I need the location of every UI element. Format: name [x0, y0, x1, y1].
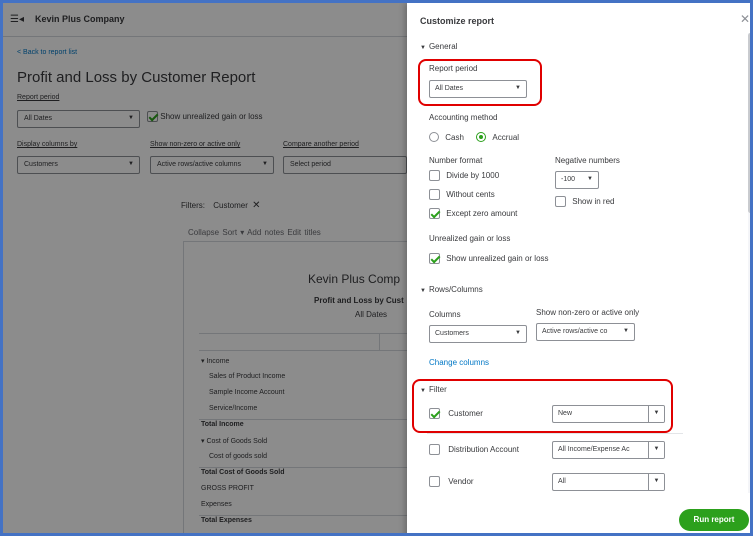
caret-down-icon: ▼: [623, 328, 629, 334]
caret-down-icon: ▼: [420, 388, 426, 394]
caret-down-icon: ▼: [420, 45, 426, 51]
vendor-filter-select[interactable]: All ▼: [552, 473, 665, 491]
show-unrealized-row[interactable]: Show unrealized gain or loss: [429, 253, 549, 264]
checkbox-checked-icon[interactable]: [429, 253, 440, 264]
customer-filter-select[interactable]: New ▼: [552, 405, 665, 423]
section-rows-columns[interactable]: ▼ Rows/Columns: [420, 285, 483, 294]
caret-down-icon: ▼: [420, 288, 426, 294]
caret-down-icon: ▼: [515, 330, 521, 336]
checkbox-checked-icon[interactable]: [429, 408, 440, 419]
panel-title: Customize report: [420, 16, 495, 26]
columns-select[interactable]: Customers ▼: [429, 325, 527, 343]
negative-numbers-select[interactable]: -100 ▼: [555, 171, 599, 189]
caret-down-icon[interactable]: ▼: [648, 474, 664, 490]
checkbox-unchecked-icon[interactable]: [429, 444, 440, 455]
vendor-filter-row[interactable]: Vendor: [429, 476, 474, 487]
change-columns-link[interactable]: Change columns: [429, 358, 489, 367]
distribution-account-row[interactable]: Distribution Account: [429, 444, 519, 455]
negative-numbers-label: Negative numbers: [555, 156, 620, 165]
modal-overlay[interactable]: [3, 3, 407, 533]
screenshot-frame: ☰◂ Kevin Plus Company < Back to report l…: [0, 0, 753, 536]
report-period-value: All Dates: [435, 85, 464, 92]
distribution-account-select[interactable]: All Income/Expense Ac ▼: [552, 441, 665, 459]
close-icon[interactable]: ✕: [740, 12, 750, 26]
cash-radio-row[interactable]: Cash Accrual: [429, 132, 519, 142]
without-cents-row[interactable]: Without cents: [429, 189, 495, 200]
show-in-red-row[interactable]: Show in red: [555, 196, 614, 207]
run-report-button[interactable]: Run report: [679, 509, 749, 531]
caret-down-icon: ▼: [587, 176, 593, 182]
accounting-method-label: Accounting method: [429, 113, 498, 122]
section-general[interactable]: ▼ General: [420, 42, 457, 51]
unrealized-label: Unrealized gain or loss: [429, 234, 511, 243]
customer-filter-row[interactable]: Customer: [429, 408, 483, 419]
accrual-radio[interactable]: [476, 132, 487, 142]
section-filter[interactable]: ▼ Filter: [420, 385, 447, 394]
columns-label: Columns: [429, 310, 461, 319]
report-period-select[interactable]: All Dates ▼: [429, 80, 527, 98]
caret-down-icon: ▼: [515, 85, 521, 91]
cash-radio[interactable]: [429, 132, 439, 142]
accrual-label: Accrual: [492, 132, 520, 142]
customize-report-panel: Customize report ✕ ▼ General Report perio…: [407, 3, 750, 533]
checkbox-unchecked-icon[interactable]: [429, 476, 440, 487]
divide-by-1000-row[interactable]: Divide by 1000: [429, 170, 499, 181]
except-zero-amount-row[interactable]: Except zero amount: [429, 208, 517, 219]
divider: [427, 433, 683, 434]
checkbox-unchecked-icon[interactable]: [429, 170, 440, 181]
checkbox-unchecked-icon[interactable]: [555, 196, 566, 207]
number-format-label: Number format: [429, 156, 483, 165]
report-page: ☰◂ Kevin Plus Company < Back to report l…: [3, 3, 407, 533]
non-zero-select[interactable]: Active rows/active co ▼: [536, 323, 635, 341]
non-zero-label: Show non-zero or active only: [536, 308, 640, 317]
panel-scrollbar[interactable]: [748, 33, 750, 493]
report-period-label: Report period: [429, 64, 478, 73]
caret-down-icon[interactable]: ▼: [648, 442, 664, 458]
caret-down-icon[interactable]: ▼: [648, 406, 664, 422]
cash-label: Cash: [445, 132, 464, 142]
checkbox-unchecked-icon[interactable]: [429, 189, 440, 200]
checkbox-checked-icon[interactable]: [429, 208, 440, 219]
